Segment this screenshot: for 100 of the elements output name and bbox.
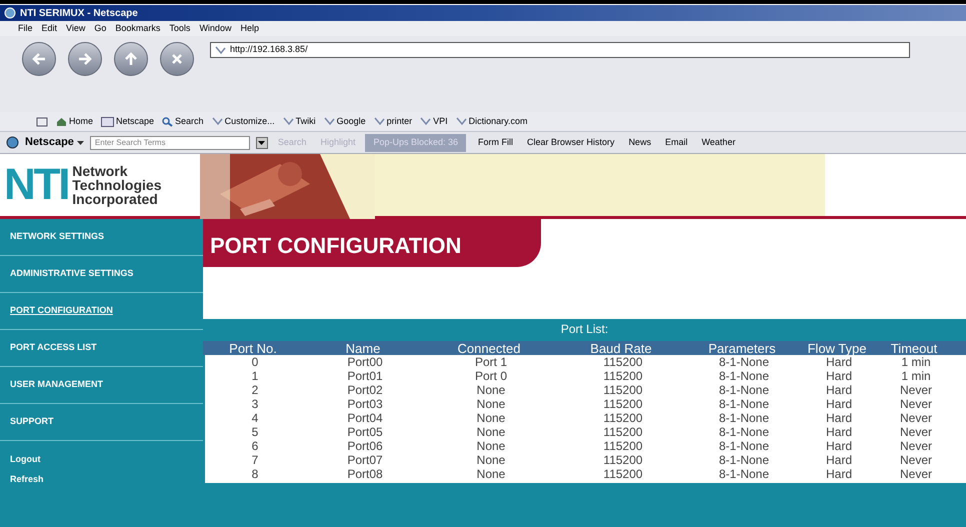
table-cell-text: Never <box>898 426 933 438</box>
table-cell-text: 8-1-None <box>718 384 770 396</box>
bookmark-icon <box>324 117 335 126</box>
table-cell-text: Port00 <box>346 356 384 368</box>
window-title: NTI SERIMUX - Netscape <box>20 6 138 20</box>
table-cell-text: 115200 <box>602 356 644 368</box>
table-cell-text: Port01 <box>346 370 384 382</box>
table-cell-text: Hard <box>824 384 853 396</box>
bookmark-link[interactable]: printer <box>386 114 412 128</box>
sidebar-link[interactable]: PORT CONFIGURATION <box>0 293 203 330</box>
page-title: PORT CONFIGURATION <box>203 219 541 267</box>
table-cell-text: 115200 <box>602 412 644 424</box>
house-icon <box>56 116 67 126</box>
column-header: Parameters <box>707 342 777 354</box>
table-cell-text: Port08 <box>346 468 384 480</box>
stop-button[interactable] <box>160 42 194 76</box>
toolbar-button[interactable]: Weather <box>702 136 736 150</box>
table-cell-text: 115200 <box>602 426 644 438</box>
table-cell-text: None <box>476 384 506 396</box>
table-cell-text: 3 <box>250 398 260 410</box>
bookmark-link[interactable]: Customize... <box>224 114 275 128</box>
table-cell-text: Never <box>898 412 933 424</box>
bookmark-link[interactable]: VPI <box>433 114 448 128</box>
caret-icon <box>258 140 266 144</box>
bookmark-link[interactable]: Twiki <box>296 114 316 128</box>
up-arrow-icon <box>125 52 137 66</box>
search-field[interactable]: Enter Search Terms <box>90 136 250 150</box>
sidebar-link[interactable]: ADMINISTRATIVE SETTINGS <box>0 256 203 293</box>
bookmark-link[interactable]: Search <box>175 114 204 128</box>
table-cell-text: Never <box>898 384 933 396</box>
table-cell-text: Port02 <box>346 384 384 396</box>
menu-item[interactable]: File <box>18 22 33 36</box>
menu-item[interactable]: Tools <box>169 22 190 36</box>
toolbar-button[interactable]: Email <box>665 136 688 150</box>
toolbar-button[interactable]: News <box>628 136 652 150</box>
toolbar-button[interactable]: Form Fill <box>478 136 514 150</box>
url-text: http://192.168.3.85/ <box>230 43 308 56</box>
x-icon <box>171 53 183 65</box>
table-cell-text: Hard <box>824 356 853 368</box>
menu-item[interactable]: Window <box>199 22 232 36</box>
table-cell-text: None <box>476 412 506 424</box>
table-cell-text: 1 <box>250 370 260 382</box>
table-cell-text: 115200 <box>602 398 644 410</box>
sidebar-link[interactable]: Logout <box>10 453 203 466</box>
table-cell-text: 115200 <box>602 440 644 452</box>
table-cell-text: 115200 <box>602 454 644 466</box>
table-cell-text: Hard <box>824 370 853 382</box>
table-cell-text: Hard <box>824 468 853 480</box>
column-header: Baud Rate <box>589 342 653 354</box>
table-cell-text: 8-1-None <box>718 398 770 410</box>
table-cell-text: 115200 <box>602 370 644 382</box>
table-cell-text: Port 1 <box>474 356 508 368</box>
bookmark-icon <box>215 46 226 54</box>
table-cell-text: Port04 <box>346 412 384 424</box>
table-cell-text: 8-1-None <box>718 370 770 382</box>
menu-item[interactable]: Help <box>240 22 259 36</box>
table-cell-text: Never <box>898 468 933 480</box>
table-cell-text: None <box>476 468 506 480</box>
table-cell-text: None <box>476 426 506 438</box>
table-cell-text: 8-1-None <box>718 426 770 438</box>
bookmark-link[interactable]: Dictionary.com <box>468 114 528 128</box>
logo-text: NTI <box>4 163 68 207</box>
column-header: Connected <box>456 342 522 354</box>
reload-button[interactable] <box>114 42 148 76</box>
menu-item[interactable]: Bookmarks <box>115 22 160 36</box>
menu-item[interactable]: Go <box>94 22 106 36</box>
sidebar-link[interactable]: Refresh <box>10 472 203 486</box>
table-cell-text: Port 0 <box>474 370 508 382</box>
dropdown-button[interactable] <box>256 136 268 148</box>
table-cell-text: 8-1-None <box>718 468 770 480</box>
table-cell-text: Port05 <box>346 426 384 438</box>
table-cell-text: 2 <box>250 384 260 396</box>
menu-item[interactable]: View <box>66 22 86 36</box>
column-header: Name <box>344 342 382 354</box>
globe-icon <box>4 7 16 19</box>
bookmark-link[interactable]: Google <box>336 114 366 128</box>
table-cell-text: Hard <box>824 454 853 466</box>
table-cell-text: 6 <box>250 440 260 452</box>
bookmark-link[interactable]: Netscape <box>116 114 154 128</box>
address-field[interactable]: http://192.168.3.85/ <box>210 42 910 58</box>
table-cell-text: 7 <box>250 454 260 466</box>
back-button[interactable] <box>22 42 56 76</box>
table-cell-text: Port06 <box>346 440 384 452</box>
bookmark-icon <box>282 117 294 126</box>
table-cell-text: Hard <box>824 412 853 424</box>
table-cell-text: None <box>476 440 506 452</box>
menu-item[interactable]: Edit <box>42 22 58 36</box>
magnifier-icon <box>162 116 174 126</box>
sidebar-toggle-icon[interactable] <box>36 116 48 126</box>
bookmark-icon <box>212 117 223 126</box>
table-cell-text: None <box>476 454 506 466</box>
netscape-menu-button[interactable]: Netscape <box>25 134 84 151</box>
bookmark-link[interactable]: Home <box>69 114 94 128</box>
toolbar-button[interactable]: Clear Browser History <box>527 136 615 150</box>
table-cell-text: Never <box>898 440 933 452</box>
table-cell-text: 115200 <box>602 468 644 480</box>
back-arrow-icon <box>32 53 46 65</box>
table-cell-text: 1 min <box>900 356 932 368</box>
table-cell-text: Hard <box>824 440 853 452</box>
forward-button[interactable] <box>68 42 102 76</box>
